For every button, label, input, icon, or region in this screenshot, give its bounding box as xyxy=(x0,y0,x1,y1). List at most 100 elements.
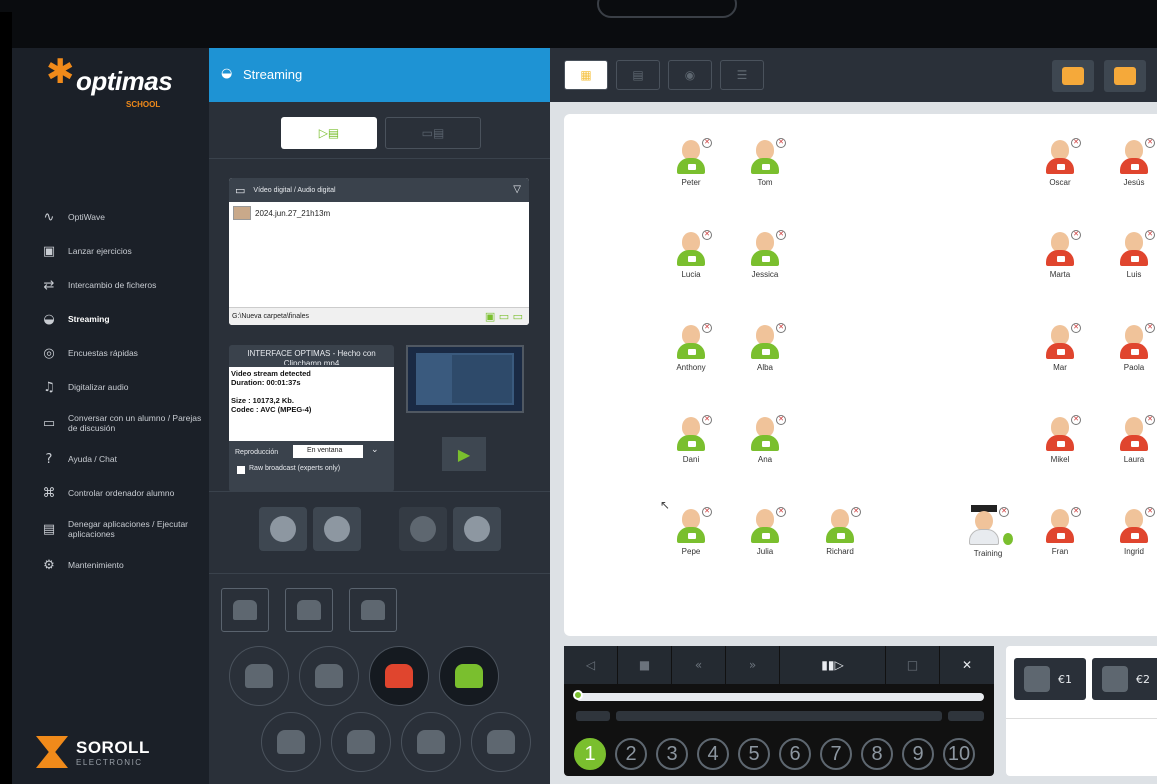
raw-broadcast-checkbox[interactable] xyxy=(237,466,245,474)
channel-button[interactable]: 4 xyxy=(697,738,729,770)
progress-bar[interactable] xyxy=(573,690,984,701)
forward-button[interactable]: » xyxy=(726,646,780,684)
play-pause-button[interactable]: ▮▮▷ xyxy=(780,646,886,684)
group-select-button[interactable] xyxy=(349,588,397,632)
stop-button[interactable]: ■ xyxy=(618,646,672,684)
group-all-button[interactable] xyxy=(221,588,269,632)
channel-button[interactable]: 10 xyxy=(943,738,975,770)
progress-knob[interactable] xyxy=(573,690,583,700)
student-avatar[interactable]: ✕ Laura xyxy=(1104,409,1157,479)
close-icon[interactable]: ✕ xyxy=(999,507,1009,517)
student-avatar[interactable]: ✕ Jesús xyxy=(1104,132,1157,202)
channel-button[interactable]: 8 xyxy=(861,738,893,770)
grid-view-button[interactable]: ▦ xyxy=(564,60,608,90)
broadcast-webcam-button[interactable] xyxy=(313,507,361,551)
student-avatar[interactable]: ✕ Anthony xyxy=(661,317,721,387)
sidebar-item[interactable]: ? Ayuda / Chat xyxy=(12,442,209,476)
file-row[interactable]: 2024.jun.27_21h13m xyxy=(233,206,330,220)
chevron-down-icon[interactable]: ⌄ xyxy=(371,445,379,455)
sidebar-item[interactable]: ◒ Streaming xyxy=(12,302,209,336)
teacher-avatar[interactable]: ✕ Training xyxy=(953,501,1023,571)
close-icon[interactable]: ✕ xyxy=(1145,415,1155,425)
sidebar-item[interactable]: ⌘ Controlar ordenador alumno xyxy=(12,476,209,510)
close-icon[interactable]: ✕ xyxy=(1071,323,1081,333)
list-view-button[interactable]: ☰ xyxy=(720,60,764,90)
mode-storage-button[interactable]: ▭▤ xyxy=(385,117,481,149)
close-player-button[interactable]: ✕ xyxy=(940,646,994,684)
close-icon[interactable]: ✕ xyxy=(776,415,786,425)
close-icon[interactable]: ✕ xyxy=(1071,415,1081,425)
student-avatar[interactable]: ✕ Ana xyxy=(735,409,795,479)
student-avatar[interactable]: ✕ Jessica xyxy=(735,224,795,294)
student-avatar[interactable]: ✕ Lucia xyxy=(661,224,721,294)
student-avatar[interactable]: ✕ Fran xyxy=(1030,501,1090,571)
close-icon[interactable]: ✕ xyxy=(1145,323,1155,333)
group-6-button[interactable] xyxy=(471,712,531,772)
broadcast-2-button[interactable]: €2 xyxy=(1092,658,1157,700)
student-avatar[interactable]: ✕ Paola xyxy=(1104,317,1157,387)
close-icon[interactable]: ✕ xyxy=(1071,507,1081,517)
close-icon[interactable]: ✕ xyxy=(776,230,786,240)
student-avatar[interactable]: ✕ Dani xyxy=(661,409,721,479)
close-icon[interactable]: ✕ xyxy=(1145,507,1155,517)
volume-button[interactable]: ◁ xyxy=(564,646,618,684)
group-5-button[interactable] xyxy=(401,712,461,772)
group-green-button[interactable] xyxy=(439,646,499,706)
student-avatar[interactable]: ✕ Ingrid xyxy=(1104,501,1157,571)
student-avatar[interactable]: ✕ Alba xyxy=(735,317,795,387)
student-avatar[interactable]: ✕ Marta xyxy=(1030,224,1090,294)
close-icon[interactable]: ✕ xyxy=(851,507,861,517)
channel-button[interactable]: 6 xyxy=(779,738,811,770)
close-icon[interactable]: ✕ xyxy=(702,323,712,333)
play-button[interactable]: ▶ xyxy=(442,437,486,471)
close-icon[interactable]: ✕ xyxy=(776,138,786,148)
broadcast-student-button[interactable] xyxy=(399,507,447,551)
broadcast-student-webcam-button[interactable] xyxy=(453,507,501,551)
channel-button[interactable]: 5 xyxy=(738,738,770,770)
group-3-button[interactable] xyxy=(261,712,321,772)
channel-button[interactable]: 7 xyxy=(820,738,852,770)
student-avatar[interactable]: ✕ Mar xyxy=(1030,317,1090,387)
close-icon[interactable]: ✕ xyxy=(702,507,712,517)
sidebar-item[interactable]: ⚙ Mantenimiento xyxy=(12,548,209,582)
group-1-button[interactable] xyxy=(229,646,289,706)
group-lock-button[interactable] xyxy=(1104,60,1146,92)
mode-video-button[interactable]: ▷▤ xyxy=(281,117,377,149)
student-avatar[interactable]: ✕ Tom xyxy=(735,132,795,202)
close-icon[interactable]: ✕ xyxy=(702,138,712,148)
sidebar-item[interactable]: ◎ Encuestas rápidas xyxy=(12,336,209,370)
sidebar-item[interactable]: ∿ OptiWave xyxy=(12,200,209,234)
window-handle[interactable] xyxy=(597,0,737,18)
channel-button[interactable]: 3 xyxy=(656,738,688,770)
record-button[interactable]: □ xyxy=(886,646,940,684)
tile-view-button[interactable]: ▤ xyxy=(616,60,660,90)
sidebar-item[interactable]: ▭ Conversar con un alumno / Parejas de di… xyxy=(12,404,209,442)
close-icon[interactable]: ✕ xyxy=(1145,230,1155,240)
reproduccion-select[interactable]: En ventana xyxy=(293,445,363,458)
close-icon[interactable]: ✕ xyxy=(702,415,712,425)
student-avatar[interactable]: ✕ Peter xyxy=(661,132,721,202)
group-wall-button[interactable] xyxy=(285,588,333,632)
student-avatar[interactable]: ✕ Mikel xyxy=(1030,409,1090,479)
close-icon[interactable]: ✕ xyxy=(776,507,786,517)
channel-button[interactable]: 1 xyxy=(574,738,606,770)
student-avatar[interactable]: ✕ Oscar xyxy=(1030,132,1090,202)
rewind-button[interactable]: « xyxy=(672,646,726,684)
student-avatar[interactable]: ✕ Richard xyxy=(810,501,870,571)
broadcast-screen-button[interactable] xyxy=(259,507,307,551)
close-icon[interactable]: ✕ xyxy=(1145,138,1155,148)
group-2-button[interactable] xyxy=(299,646,359,706)
close-icon[interactable]: ✕ xyxy=(776,323,786,333)
briefcase-button[interactable] xyxy=(1052,60,1094,92)
folder-actions[interactable]: ▣ ▭ ▭ xyxy=(485,310,523,323)
sidebar-item[interactable]: ▤ Denegar aplicaciones / Ejecutar aplicac… xyxy=(12,510,209,548)
channel-button[interactable]: 2 xyxy=(615,738,647,770)
sidebar-item[interactable]: ♫ Digitalizar audio xyxy=(12,370,209,404)
student-avatar[interactable]: ✕ Luis xyxy=(1104,224,1157,294)
broadcast-1-button[interactable]: €1 xyxy=(1014,658,1086,700)
close-icon[interactable]: ✕ xyxy=(702,230,712,240)
webcam-view-button[interactable]: ◉ xyxy=(668,60,712,90)
student-avatar[interactable]: ✕ Julia xyxy=(735,501,795,571)
sidebar-item[interactable]: ▣ Lanzar ejercicios xyxy=(12,234,209,268)
filter-icon[interactable]: ▽ xyxy=(513,184,521,195)
